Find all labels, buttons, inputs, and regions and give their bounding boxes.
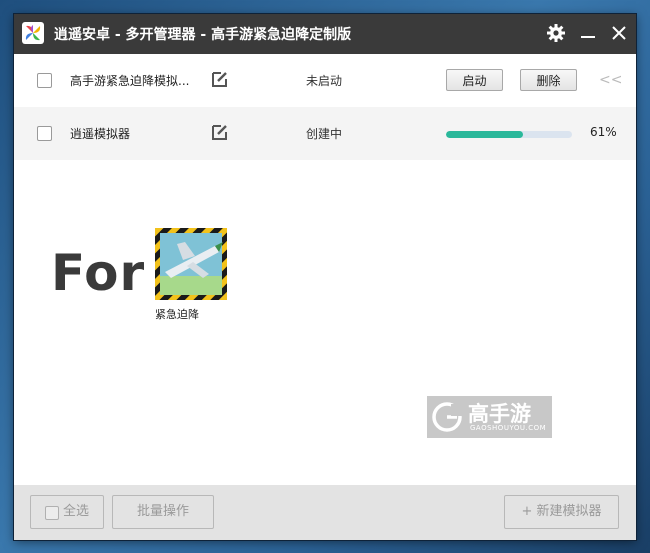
watermark-subtitle: GAOSHOUYOU.COM <box>470 424 547 432</box>
game-label: 紧急迫降 <box>155 308 199 321</box>
row-checkbox[interactable] <box>37 126 52 141</box>
edit-icon[interactable] <box>211 70 229 88</box>
window-title: 逍遥安卓 - 多开管理器 - 高手游紧急迫降定制版 <box>54 27 352 43</box>
gaoshouyou-logo-icon <box>431 401 463 433</box>
bottom-toolbar: 全选 批量操作 + 新建模拟器 <box>14 485 636 540</box>
for-text: For <box>51 244 146 302</box>
close-icon[interactable] <box>608 22 630 44</box>
title-bar[interactable]: 逍遥安卓 - 多开管理器 - 高手游紧急迫降定制版 <box>14 14 636 54</box>
emulator-status: 创建中 <box>306 127 343 141</box>
row-checkbox[interactable] <box>37 73 52 88</box>
select-all-label: 全选 <box>63 504 90 519</box>
collapse-icon[interactable]: << <box>599 72 622 88</box>
progress-fill <box>446 131 523 138</box>
edit-icon[interactable] <box>211 123 229 141</box>
start-button[interactable]: 启动 <box>446 69 503 91</box>
emulator-row: 逍遥模拟器 创建中 61% <box>14 107 636 160</box>
game-icon[interactable] <box>155 228 227 300</box>
plus-icon: + <box>521 504 533 519</box>
select-all-button[interactable]: 全选 <box>30 495 104 529</box>
watermark: 高手游 GAOSHOUYOU.COM <box>427 396 552 438</box>
minimize-icon[interactable] <box>577 22 599 44</box>
batch-operation-button[interactable]: 批量操作 <box>112 495 214 529</box>
emulator-row: 高手游紧急迫降模拟... 未启动 启动 删除 << <box>14 54 636 107</box>
emulator-name: 高手游紧急迫降模拟... <box>70 74 190 88</box>
new-emulator-button[interactable]: + 新建模拟器 <box>504 495 619 529</box>
select-all-checkbox[interactable] <box>45 506 59 520</box>
progress-percent: 61% <box>590 125 617 139</box>
app-logo-icon <box>22 22 44 44</box>
delete-button[interactable]: 删除 <box>520 69 577 91</box>
gear-icon[interactable] <box>545 22 567 44</box>
emulator-status: 未启动 <box>306 74 343 88</box>
multi-instance-manager-window: 逍遥安卓 - 多开管理器 - 高手游紧急迫降定制版 高手游紧急迫降模拟... 未… <box>14 14 636 540</box>
creation-progress-bar <box>446 131 572 138</box>
emulator-name: 逍遥模拟器 <box>70 127 131 141</box>
new-emulator-label: 新建模拟器 <box>536 504 602 519</box>
